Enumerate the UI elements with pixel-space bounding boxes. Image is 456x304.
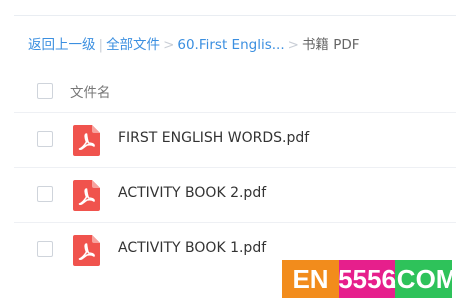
select-all-checkbox[interactable] — [37, 83, 53, 99]
table-header: 文件名 — [14, 67, 456, 113]
row-checkbox[interactable] — [37, 131, 53, 147]
watermark-part-en: EN — [282, 260, 339, 298]
current-folder: 书籍 PDF — [301, 37, 360, 53]
pdf-icon — [73, 235, 100, 266]
breadcrumb-arrow: > — [287, 37, 299, 53]
top-divider — [14, 15, 456, 16]
file-name[interactable]: ACTIVITY BOOK 1.pdf — [118, 240, 266, 256]
file-name[interactable]: FIRST ENGLISH WORDS.pdf — [118, 130, 309, 146]
column-filename: 文件名 — [70, 85, 111, 101]
back-link[interactable]: 返回上一级 — [28, 37, 96, 53]
file-name[interactable]: ACTIVITY BOOK 2.pdf — [118, 185, 266, 201]
pdf-icon — [73, 180, 100, 211]
folder-link[interactable]: 60.First Englis... — [177, 37, 284, 53]
breadcrumb-arrow: > — [163, 37, 175, 53]
table-row[interactable]: ACTIVITY BOOK 2.pdf — [14, 167, 456, 223]
row-checkbox[interactable] — [37, 186, 53, 202]
breadcrumb-separator: | — [98, 37, 104, 53]
row-checkbox[interactable] — [37, 241, 53, 257]
breadcrumb: 返回上一级 | 全部文件 >60.First Englis... > 书籍 PDF — [28, 33, 360, 53]
pdf-icon — [73, 125, 100, 156]
all-files-link[interactable]: 全部文件 — [106, 37, 160, 53]
watermark-part-com: .COM — [390, 260, 456, 298]
watermark-part-number: 5556 — [338, 260, 396, 298]
table-row[interactable]: FIRST ENGLISH WORDS.pdf — [14, 112, 456, 168]
watermark-logo: EN 5556 .COM — [282, 260, 456, 298]
